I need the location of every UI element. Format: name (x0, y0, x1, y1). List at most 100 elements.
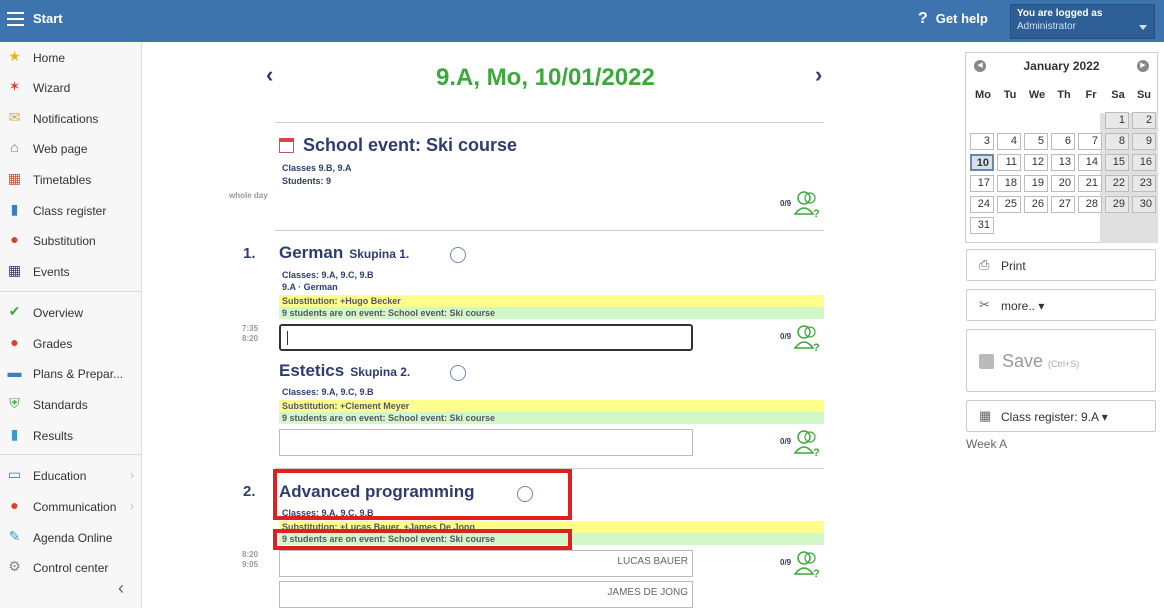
calendar-day[interactable]: 14 (1078, 154, 1102, 171)
save-button[interactable]: Save (Ctrl+S) (966, 329, 1156, 392)
substitution-note: Substitution: +Hugo Becker (279, 295, 824, 307)
calendar-day[interactable]: 29 (1105, 196, 1129, 213)
calendar-day[interactable]: 15 (1105, 154, 1129, 171)
sidebar-item-notifications[interactable]: ✉ Notifications (0, 105, 141, 131)
star-icon: ★ (8, 48, 21, 64)
chevron-right-icon: › (130, 499, 134, 513)
group-icon[interactable] (450, 247, 466, 263)
calendar-day[interactable]: 13 (1051, 154, 1075, 171)
calendar-day[interactable]: 27 (1051, 196, 1075, 213)
sidebar-item-substitution[interactable]: ● Substitution (0, 227, 141, 253)
print-button[interactable]: ⎙ Print (966, 249, 1156, 281)
calendar-day[interactable]: 24 (970, 196, 994, 213)
calendar-day[interactable]: 11 (997, 154, 1021, 171)
next-month-button[interactable]: ▶ (1137, 60, 1149, 72)
sidebar-item-results[interactable]: ▮ Results (0, 422, 141, 448)
sidebar-item-standards[interactable]: ⛨ Standards (0, 391, 141, 417)
attendance-icon[interactable]: ? (794, 324, 820, 352)
attendance-icon[interactable]: ? (794, 550, 820, 578)
next-day-button[interactable]: › (815, 62, 822, 88)
calendar-day[interactable]: 10 (970, 154, 994, 171)
sidebar-item-overview[interactable]: ✔ Overview (0, 299, 141, 325)
calendar-day[interactable]: 21 (1078, 175, 1102, 192)
calendar-day[interactable]: 7 (1078, 133, 1102, 150)
sidebar-item-communication[interactable]: ● Communication › (0, 493, 141, 519)
highlight-box (273, 529, 572, 550)
calendar-day[interactable]: 20 (1051, 175, 1075, 192)
teacher-row[interactable]: LUCAS BAUER (279, 550, 693, 577)
user-menu[interactable]: You are logged as Administrator (1010, 4, 1155, 39)
event-classes: Classes 9.B, 9.A (282, 163, 352, 173)
lesson-subject[interactable]: German Skupina 1. (279, 243, 409, 263)
bar-chart-icon: ▮ (10, 426, 19, 442)
person-icon: ● (10, 231, 19, 247)
svg-text:?: ? (813, 208, 820, 218)
sidebar-item-plans[interactable]: ▬ Plans & Prepar... (0, 360, 141, 386)
sidebar-item-education[interactable]: ▭ Education › (0, 462, 141, 488)
sidebar-item-home[interactable]: ★ Home (0, 44, 141, 70)
sidebar-item-label: Results (33, 429, 74, 443)
get-help-button[interactable]: ? Get help (918, 10, 988, 28)
calendar-day[interactable]: 19 (1024, 175, 1048, 192)
lesson-time-end: 9:05 (242, 560, 259, 569)
sidebar-item-events[interactable]: ▦ Events (0, 258, 141, 284)
divider (275, 122, 824, 123)
calendar-day[interactable]: 3 (970, 133, 994, 150)
get-help-label: Get help (935, 11, 988, 26)
sidebar-item-wizard[interactable]: ✶ Wizard (0, 74, 141, 100)
calendar-day[interactable]: 9 (1132, 133, 1156, 150)
lesson-topic-input[interactable] (279, 429, 693, 456)
sidebar-item-control-center[interactable]: ⚙ Control center (0, 554, 141, 580)
calendar-day[interactable]: 30 (1132, 196, 1156, 213)
calendar-day[interactable]: 28 (1078, 196, 1102, 213)
calendar-day[interactable]: 17 (970, 175, 994, 192)
more-button[interactable]: ✂ more.. ▾ (966, 289, 1156, 321)
attendance-score: 0/9 (780, 437, 792, 446)
calendar-day[interactable]: 22 (1105, 175, 1129, 192)
sidebar-item-class-register[interactable]: ▮ Class register (0, 197, 141, 223)
highlight-box (273, 469, 572, 520)
attendance-icon[interactable]: ? (794, 429, 820, 457)
calendar-day[interactable]: 6 (1051, 133, 1075, 150)
lesson-topic-input[interactable] (279, 324, 693, 351)
attendance-icon[interactable]: ? (794, 190, 820, 218)
calendar-day[interactable]: 16 (1132, 154, 1156, 171)
attendance-score: 0/9 (780, 199, 792, 208)
group-icon[interactable] (450, 365, 466, 381)
calendar-day[interactable]: 18 (997, 175, 1021, 192)
calendar-day[interactable]: 8 (1105, 133, 1129, 150)
class-register-label: Class register: 9.A ▾ (1001, 410, 1108, 424)
weekday-label: Th (1057, 89, 1071, 101)
menu-icon[interactable] (7, 12, 24, 26)
calendar-day[interactable]: 1 (1105, 112, 1129, 129)
week-label: Week A (966, 437, 1008, 451)
calendar-day[interactable]: 5 (1024, 133, 1048, 150)
calendar-day[interactable]: 2 (1132, 112, 1156, 129)
save-label: Save (1002, 351, 1044, 371)
prev-day-button[interactable]: ‹ (266, 62, 273, 88)
sidebar-item-web-page[interactable]: ⌂ Web page (0, 135, 141, 161)
weekday-label: Tu (1003, 89, 1017, 101)
teacher-row[interactable]: JAMES DE JONG (279, 581, 693, 608)
subject-group: Skupina 2. (350, 365, 411, 379)
svg-text:?: ? (813, 342, 820, 352)
lesson-subject[interactable]: Estetics Skupina 2. (279, 361, 410, 381)
calendar-day[interactable]: 25 (997, 196, 1021, 213)
attendance-score: 0/9 (780, 332, 792, 341)
calendar-day[interactable]: 12 (1024, 154, 1048, 171)
class-register-button[interactable]: ▦ Class register: 9.A ▾ (966, 400, 1156, 432)
sidebar-divider (0, 291, 141, 292)
collapse-sidebar-icon[interactable]: ‹ (118, 578, 124, 599)
calendar-day[interactable]: 4 (997, 133, 1021, 150)
start-link[interactable]: Start (33, 11, 63, 26)
calendar-icon: ▦ (7, 262, 22, 278)
event-title[interactable]: School event: Ski course (303, 135, 517, 156)
calendar-day[interactable]: 26 (1024, 196, 1048, 213)
calendar-day[interactable]: 31 (970, 217, 994, 234)
calendar-day[interactable]: 23 (1132, 175, 1156, 192)
sidebar-item-grades[interactable]: ● Grades (0, 330, 141, 356)
sidebar-item-timetables[interactable]: ▦ Timetables (0, 166, 141, 192)
weekday-label: We (1028, 89, 1046, 101)
lesson-time-start: 7:35 (242, 324, 259, 333)
sidebar-item-agenda-online[interactable]: ✎ Agenda Online (0, 524, 141, 550)
